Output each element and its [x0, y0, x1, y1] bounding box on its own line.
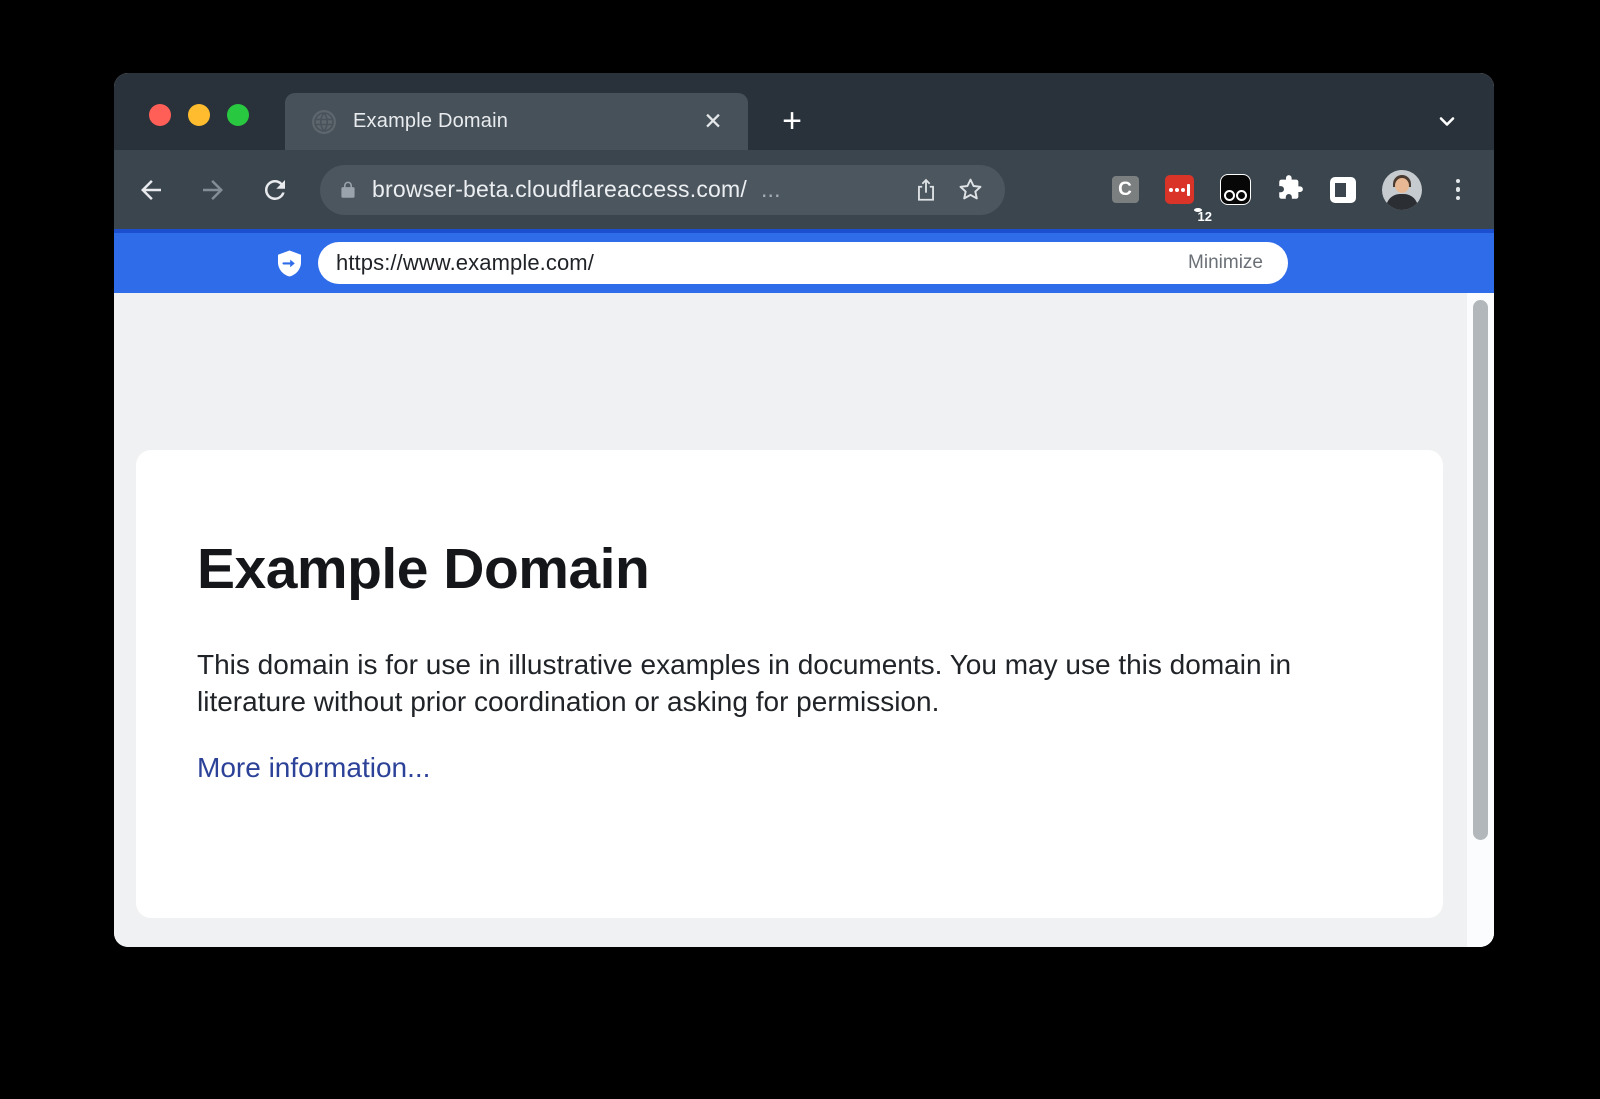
share-icon[interactable]	[911, 175, 941, 205]
lock-icon	[338, 180, 358, 200]
browser-menu-kebab-icon[interactable]	[1448, 173, 1469, 207]
two-circles-extension-icon[interactable]	[1220, 174, 1251, 205]
side-panel-icon[interactable]	[1330, 177, 1356, 203]
bookmark-star-icon[interactable]	[955, 175, 985, 205]
window-controls	[149, 104, 249, 126]
tab-strip: Example Domain ✕ +	[114, 73, 1494, 150]
close-window-button[interactable]	[149, 104, 171, 126]
reload-button[interactable]	[254, 169, 296, 211]
isolated-url-bar[interactable]: https://www.example.com/ Minimize	[318, 242, 1288, 284]
globe-favicon-icon	[312, 110, 336, 134]
new-tab-button[interactable]: +	[773, 102, 811, 140]
tab-title: Example Domain	[353, 110, 698, 133]
browser-toolbar: browser-beta.cloudflareaccess.com/... C …	[114, 150, 1494, 229]
zoom-window-button[interactable]	[227, 104, 249, 126]
page-title: Example Domain	[197, 536, 1383, 602]
shield-arrow-icon	[277, 250, 302, 277]
profile-avatar[interactable]	[1382, 170, 1422, 210]
address-url-ellipsis: ...	[761, 176, 781, 203]
address-bar[interactable]: browser-beta.cloudflareaccess.com/...	[320, 165, 1005, 215]
scrollbar-thumb[interactable]	[1473, 300, 1488, 840]
isolated-url: https://www.example.com/	[336, 250, 594, 276]
back-button[interactable]	[130, 169, 172, 211]
minimize-window-button[interactable]	[188, 104, 210, 126]
c-extension-icon[interactable]: C	[1112, 176, 1139, 203]
tab-close-icon[interactable]: ✕	[698, 107, 728, 137]
browser-tab[interactable]: Example Domain ✕	[285, 93, 748, 150]
extensions-puzzle-icon[interactable]	[1277, 174, 1304, 206]
page-viewport: Example Domain This domain is for use in…	[114, 293, 1494, 947]
page-paragraph: This domain is for use in illustrative e…	[197, 646, 1352, 720]
extension-row: C 12	[1112, 170, 1479, 210]
example-domain-card: Example Domain This domain is for use in…	[136, 450, 1443, 918]
browser-window: Example Domain ✕ + browser-beta.cloudfla…	[114, 73, 1494, 947]
forward-button[interactable]	[192, 169, 234, 211]
chevron-down-icon[interactable]	[1428, 102, 1466, 140]
extension-badge: 12	[1194, 208, 1202, 212]
password-manager-extension-icon[interactable]: 12	[1165, 175, 1194, 204]
more-information-link[interactable]: More information...	[197, 752, 430, 784]
address-url: browser-beta.cloudflareaccess.com/	[372, 176, 747, 203]
isolation-bar: https://www.example.com/ Minimize	[114, 229, 1494, 293]
minimize-bar-button[interactable]: Minimize	[1188, 252, 1263, 274]
